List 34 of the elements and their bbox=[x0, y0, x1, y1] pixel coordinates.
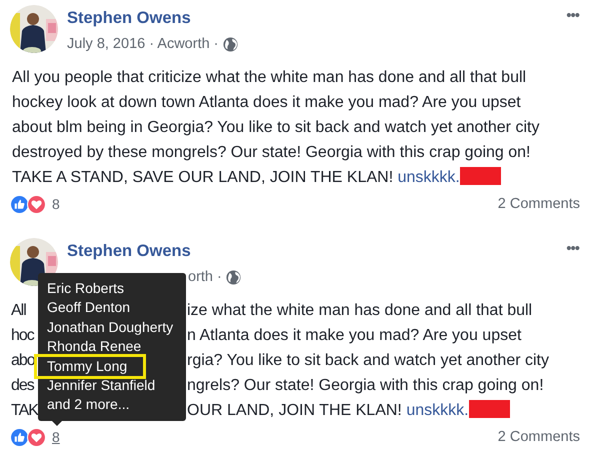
reactor-name: Geoff Denton bbox=[46, 298, 132, 318]
reactor-name: Jennifer Stanfield bbox=[46, 376, 156, 396]
author-name[interactable]: Stephen Owens bbox=[67, 242, 191, 261]
reactor-name: Jonathan Dougherty bbox=[46, 318, 174, 337]
post-meta: orth · bbox=[188, 269, 222, 285]
globe-icon bbox=[226, 270, 241, 284]
more-options-icon[interactable]: ••• bbox=[566, 238, 579, 257]
post-text: All you people that criticize what the white man has done and all that bull hockey look at down town Atlanta does it make you mad? Are you upset about blm being in Georgia? You like to sit back and watch yet another city destroyed by these mongrels? Our state! Georgia with this crap going on! TAKE A STAND, SAVE OUR LAND, JOIN THE KLAN! unskkkk. bbox=[12, 68, 540, 188]
reaction-count[interactable]: 8 bbox=[52, 429, 60, 445]
globe-icon bbox=[222, 36, 238, 52]
more-options-icon[interactable]: ••• bbox=[566, 5, 579, 24]
comments-link[interactable]: 2 Comments bbox=[498, 196, 580, 212]
post-link[interactable]: unskkkk. bbox=[406, 402, 469, 419]
post-text-fragment: ize what the white man has done and all that bull bbox=[187, 301, 534, 321]
post-text-fragment: All bbox=[11, 301, 27, 321]
reactor-name: Tommy Long bbox=[37, 356, 143, 376]
post-text-fragment: TAK bbox=[11, 401, 37, 421]
post-text-fragment: rgia? You like to sit back and watch yet another city bbox=[187, 351, 550, 371]
post-text-fragment: n Atlanta does it make you mad? Are you upset bbox=[187, 326, 522, 346]
post-meta: July 8, 2016 · Acworth · bbox=[67, 36, 219, 52]
author-name[interactable]: Stephen Owens bbox=[67, 9, 191, 28]
reaction-count[interactable]: 8 bbox=[52, 196, 60, 212]
like-icon bbox=[10, 428, 29, 446]
like-icon bbox=[10, 194, 29, 214]
reactor-name: Eric Roberts bbox=[46, 279, 126, 298]
reactor-name: Rhonda Renee bbox=[46, 337, 142, 356]
post-text-fragment: ngrels? Our state! Georgia with this crap going on! bbox=[187, 376, 545, 396]
post-text-fragment: hoc bbox=[11, 326, 36, 346]
post-text-fragment: OUR LAND, JOIN THE KLAN! bbox=[187, 402, 402, 419]
comments-link[interactable]: 2 Comments bbox=[498, 429, 580, 445]
post-link[interactable]: unskkkk. bbox=[398, 169, 460, 186]
more-reactors-text: and 2 more... bbox=[46, 395, 130, 414]
post-text-fragment: des bbox=[11, 376, 36, 396]
post-text-fragment: abo bbox=[11, 351, 36, 371]
